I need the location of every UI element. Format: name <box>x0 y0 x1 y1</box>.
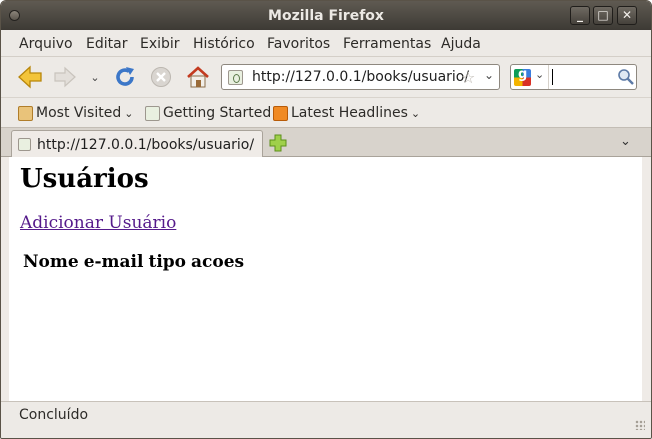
chevron-down-icon: ⌄ <box>124 106 134 120</box>
status-bar: Concluído <box>1 401 651 438</box>
column-header-tipo: tipo <box>148 252 187 272</box>
back-button[interactable] <box>15 63 45 91</box>
search-bar[interactable]: ⌄ <box>510 64 637 90</box>
chevron-down-icon: ⌄ <box>535 68 545 81</box>
menu-historico[interactable]: Histórico <box>193 36 255 52</box>
browser-window: Mozilla Firefox _ □ ✕ Arquivo Editar Exi… <box>0 0 652 439</box>
minimize-button[interactable]: _ <box>570 6 590 25</box>
stop-button[interactable] <box>147 63 175 91</box>
url-bar[interactable]: http://127.0.0.1/books/usuario/ ☆ ⌄ <box>221 64 500 90</box>
menu-bar: Arquivo Editar Exibir Histórico Favorito… <box>1 30 651 57</box>
search-input[interactable] <box>552 69 553 85</box>
status-text: Concluído <box>19 407 89 423</box>
reload-button[interactable] <box>111 63 139 91</box>
home-icon <box>187 66 209 88</box>
chevron-down-icon: ⌄ <box>410 106 421 120</box>
forward-button[interactable] <box>51 63 79 91</box>
menu-ferramentas[interactable]: Ferramentas <box>343 36 431 52</box>
bookmarks-toolbar: Most Visited ⌄ Getting Started Latest He… <box>1 97 651 127</box>
forward-arrow-icon <box>54 66 76 88</box>
rss-feed-icon <box>273 105 288 121</box>
tab-usuario[interactable]: http://127.0.0.1/books/usuario/ <box>11 130 263 158</box>
menu-editar[interactable]: Editar <box>86 36 127 52</box>
column-header-nome: Nome <box>23 252 79 272</box>
url-dropdown-icon[interactable]: ⌄ <box>484 68 494 82</box>
bookmark-most-visited[interactable]: Most Visited ⌄ <box>18 105 133 121</box>
close-window-button[interactable]: ✕ <box>617 6 637 25</box>
resize-grip[interactable] <box>635 420 645 430</box>
site-identity-icon[interactable] <box>228 70 243 85</box>
tab-list-chevron-down-icon[interactable]: ⌄ <box>620 134 631 149</box>
title-bar: Mozilla Firefox _ □ ✕ <box>1 1 651 30</box>
google-icon <box>514 67 531 86</box>
back-arrow-icon <box>18 65 42 89</box>
reload-icon <box>116 67 134 86</box>
column-header-email: e-mail <box>83 252 144 272</box>
history-dropdown[interactable]: ⌄ <box>86 63 104 91</box>
menu-exibir[interactable]: Exibir <box>140 36 180 52</box>
bookmark-label: Most Visited <box>36 105 122 121</box>
url-text[interactable]: http://127.0.0.1/books/usuario/ <box>252 69 469 85</box>
page-icon <box>145 105 160 121</box>
bookmark-label: Getting Started <box>163 105 272 121</box>
column-header-acoes: acoes <box>191 252 245 272</box>
page-icon <box>18 138 31 151</box>
maximize-button[interactable]: □ <box>593 6 613 25</box>
navigation-toolbar: ⌄ http://127.0.0.1/books/usuario/ ☆ ⌄ g … <box>1 57 651 97</box>
search-engine-selector[interactable]: ⌄ <box>511 65 549 89</box>
tab-bar: http://127.0.0.1/books/usuario/ ⌄ <box>1 127 651 158</box>
bookmark-star-icon[interactable]: ☆ <box>461 68 475 87</box>
bookmark-label: Latest Headlines <box>291 105 408 121</box>
menu-arquivo[interactable]: Arquivo <box>19 36 73 52</box>
menu-favoritos[interactable]: Favoritos <box>267 36 330 52</box>
bookmark-latest-headlines[interactable]: Latest Headlines ⌄ <box>273 105 420 121</box>
search-icon[interactable] <box>617 68 635 86</box>
table-header-row: Nome e-mail tipo acoes <box>23 252 244 272</box>
window-title: Mozilla Firefox <box>268 8 384 24</box>
page-title: Usuários <box>20 164 149 194</box>
smart-folder-icon <box>18 105 33 121</box>
chevron-down-icon: ⌄ <box>90 70 100 84</box>
bookmark-getting-started[interactable]: Getting Started <box>145 105 271 121</box>
tab-label: http://127.0.0.1/books/usuario/ <box>37 137 255 153</box>
home-button[interactable] <box>183 63 213 91</box>
add-user-link[interactable]: Adicionar Usuário <box>20 213 176 233</box>
stop-icon <box>151 67 171 87</box>
page-content: Usuários Adicionar Usuário Nome e-mail t… <box>9 157 642 401</box>
new-tab-plus-icon[interactable] <box>269 134 287 152</box>
menu-ajuda[interactable]: Ajuda <box>441 36 481 52</box>
